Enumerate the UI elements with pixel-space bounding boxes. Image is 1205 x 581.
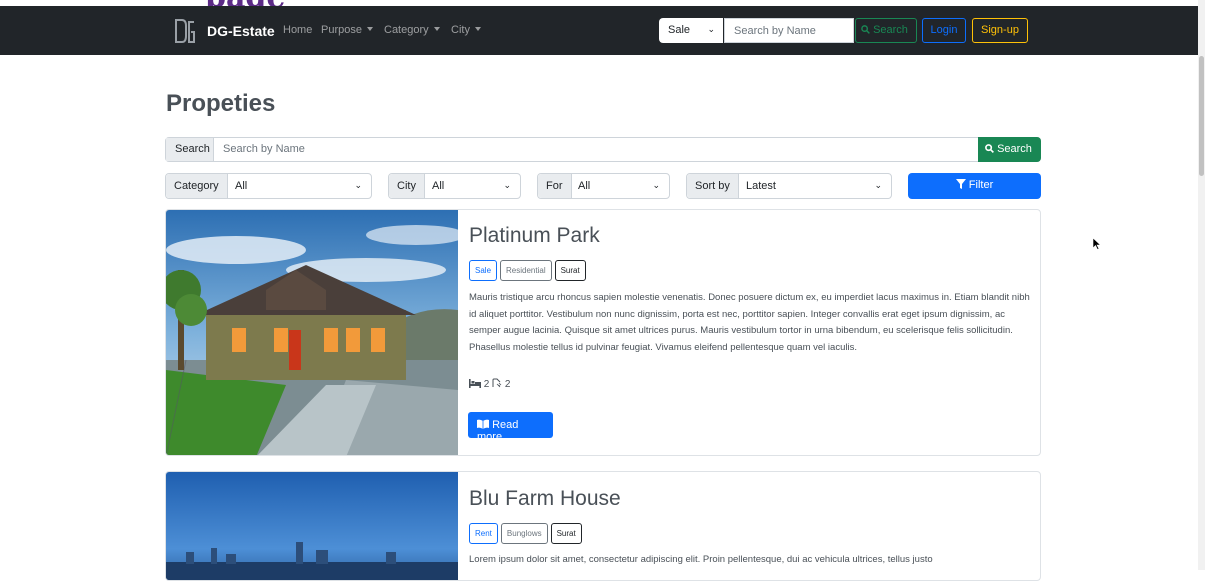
nav-purpose-dropdown[interactable]: Purpose — [321, 24, 373, 36]
brand-name[interactable]: DG-Estate — [207, 23, 275, 39]
for-filter-label: For — [538, 174, 572, 198]
for-filter[interactable]: For All ⌄ — [537, 173, 670, 199]
purpose-select-value: Sale — [668, 24, 691, 36]
nav-search-label: Search — [873, 24, 908, 36]
mouse-cursor-icon — [1093, 238, 1101, 250]
chevron-down-icon: ⌄ — [707, 24, 715, 34]
property-description: Mauris tristique arcu rhoncus sapien mol… — [469, 292, 1030, 353]
category-filter-label: Category — [166, 174, 228, 198]
nav-search-input[interactable]: Search by Name — [724, 18, 854, 43]
nav-city-label: City — [451, 24, 470, 36]
property-description: Lorem ipsum dolor sit amet, consectetur … — [469, 554, 933, 565]
scrollbar-thumb[interactable] — [1199, 56, 1204, 176]
nav-home[interactable]: Home — [283, 24, 312, 36]
property-badges: Sale Residential Surat — [469, 260, 586, 281]
nav-category-label: Category — [384, 24, 429, 36]
book-open-icon — [477, 419, 489, 429]
purpose-badge: Sale — [469, 260, 498, 281]
city-badge: Surat — [554, 260, 586, 281]
purpose-select[interactable]: Sale ⌄ — [659, 18, 723, 43]
nav-category-dropdown[interactable]: Category — [384, 24, 440, 36]
search-addon-label: Search — [166, 138, 214, 161]
property-meta: 2 2 — [469, 378, 510, 390]
shower-icon — [492, 378, 502, 388]
property-search-label: Search — [997, 143, 1032, 155]
caret-down-icon — [366, 27, 373, 31]
city-filter-label: City — [389, 174, 425, 198]
purpose-badge: Rent — [469, 523, 498, 544]
funnel-icon — [955, 179, 966, 189]
property-search-input[interactable]: Search by Name — [223, 143, 305, 155]
chevron-down-icon: ⌄ — [874, 180, 882, 190]
category-badge: Bunglows — [500, 523, 548, 544]
property-card: Platinum Park Sale Residential Surat Mau… — [165, 209, 1041, 456]
city-filter[interactable]: City All ⌄ — [388, 173, 521, 199]
property-search-button[interactable]: Search — [978, 137, 1041, 162]
property-image[interactable] — [166, 210, 458, 455]
filter-button[interactable]: Filter — [908, 173, 1041, 199]
category-filter[interactable]: Category All ⌄ — [165, 173, 372, 199]
for-filter-value: All — [578, 180, 591, 192]
nav-city-dropdown[interactable]: City — [451, 24, 481, 36]
bath-count: 2 — [504, 379, 511, 390]
caret-down-icon — [474, 27, 481, 31]
property-search-bar: Search Search by Name Search — [165, 137, 1041, 162]
chevron-down-icon: ⌄ — [652, 180, 660, 190]
sort-filter[interactable]: Sort by Latest ⌄ — [686, 173, 892, 199]
nav-purpose-label: Purpose — [321, 24, 362, 36]
signup-button[interactable]: Sign-up — [972, 18, 1028, 43]
property-badges: Rent Bunglows Surat — [469, 523, 582, 544]
city-photo — [166, 472, 458, 580]
filter-button-label: Filter — [968, 179, 994, 191]
navbar: DG-Estate Home Purpose Category City Sal… — [0, 6, 1198, 55]
chevron-down-icon: ⌄ — [354, 180, 362, 190]
read-more-button[interactable]: Read more — [468, 412, 553, 443]
city-badge: Surat — [550, 523, 582, 544]
bed-icon — [469, 379, 481, 388]
property-title[interactable]: Platinum Park — [469, 224, 600, 248]
property-title[interactable]: Blu Farm House — [469, 487, 621, 511]
caret-down-icon — [433, 27, 440, 31]
sort-filter-label: Sort by — [687, 174, 739, 198]
chevron-down-icon: ⌄ — [503, 180, 511, 190]
login-button[interactable]: Login — [922, 18, 966, 43]
nav-search-button[interactable]: Search — [855, 18, 917, 43]
sort-filter-value: Latest — [746, 180, 776, 192]
search-icon — [985, 144, 994, 153]
property-card: Blu Farm House Rent Bunglows Surat Lorem… — [165, 471, 1041, 581]
page-title: Propeties — [166, 90, 276, 117]
scrollbar[interactable] — [1198, 0, 1205, 570]
property-image[interactable] — [166, 472, 458, 580]
search-icon — [861, 25, 870, 34]
category-filter-value: All — [235, 180, 248, 192]
city-filter-value: All — [432, 180, 445, 192]
bed-count: 2 — [483, 379, 490, 390]
brand-logo-icon[interactable] — [174, 18, 196, 44]
house-photo — [166, 210, 458, 455]
category-badge: Residential — [500, 260, 552, 281]
